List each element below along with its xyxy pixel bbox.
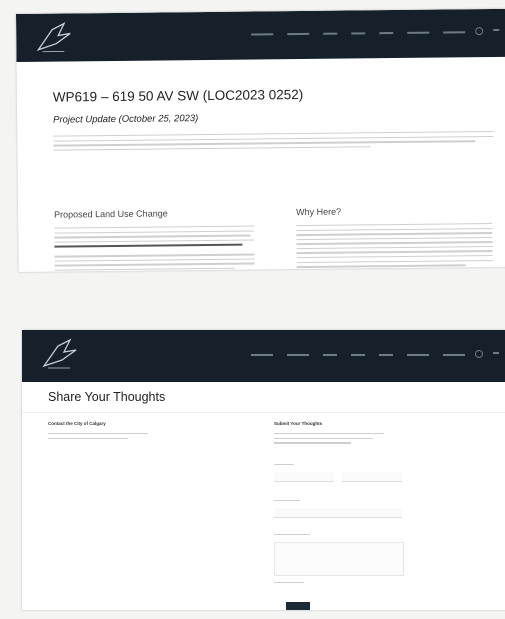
bird-wing-logo-icon[interactable]	[40, 338, 80, 372]
section-heading-why-here: Why Here?	[296, 206, 342, 218]
page-title: WP619 – 619 50 AV SW (LOC2023 0252)	[52, 86, 304, 105]
page-title: Share Your Thoughts	[48, 390, 166, 404]
nav-link[interactable]	[443, 354, 465, 356]
bird-wing-logo-icon[interactable]	[34, 21, 74, 55]
top-navigation-bar	[16, 8, 505, 62]
nav-links	[251, 352, 465, 356]
first-name-input[interactable]	[274, 472, 334, 482]
submit-heading: Submit Your Thoughts	[274, 421, 323, 426]
menu-icon[interactable]	[493, 28, 500, 32]
feedback-page-screenshot: Share Your Thoughts Contact the City of …	[22, 330, 505, 610]
section-heading-land-use: Proposed Land Use Change	[54, 208, 168, 220]
attachment-label	[274, 582, 304, 587]
email-input[interactable]	[274, 508, 402, 518]
nav-links	[251, 29, 466, 36]
nav-link[interactable]	[379, 32, 394, 35]
nav-link[interactable]	[251, 354, 273, 356]
why-here-paragraph	[296, 223, 493, 271]
land-use-paragraph	[54, 225, 255, 272]
project-update-heading: Project Update (October 25, 2023)	[53, 113, 199, 126]
nav-link[interactable]	[407, 31, 430, 34]
nav-link[interactable]	[323, 354, 337, 356]
nav-link[interactable]	[379, 354, 393, 356]
feedback-textarea[interactable]	[274, 542, 404, 576]
submit-button[interactable]	[286, 602, 310, 610]
project-page-screenshot: WP619 – 619 50 AV SW (LOC2023 0252) Proj…	[16, 8, 505, 272]
search-icon[interactable]	[475, 350, 483, 358]
nav-link[interactable]	[351, 354, 365, 356]
name-field-label	[274, 464, 294, 469]
nav-link[interactable]	[287, 354, 309, 356]
nav-link[interactable]	[323, 32, 338, 35]
menu-icon[interactable]	[493, 352, 499, 354]
nav-link[interactable]	[351, 32, 366, 35]
intro-paragraph	[53, 131, 494, 154]
contact-details	[48, 433, 148, 442]
feedback-field-label	[274, 534, 310, 539]
nav-link[interactable]	[443, 31, 466, 34]
divider	[22, 412, 505, 413]
top-navigation-bar	[22, 330, 505, 382]
contact-heading: Contact the City of Calgary	[48, 421, 106, 426]
nav-link[interactable]	[251, 33, 274, 36]
email-field-label	[274, 500, 300, 505]
reference-details	[274, 433, 384, 447]
last-name-input[interactable]	[342, 472, 402, 482]
nav-link[interactable]	[407, 354, 429, 356]
search-icon[interactable]	[475, 27, 484, 36]
nav-link[interactable]	[287, 32, 310, 36]
